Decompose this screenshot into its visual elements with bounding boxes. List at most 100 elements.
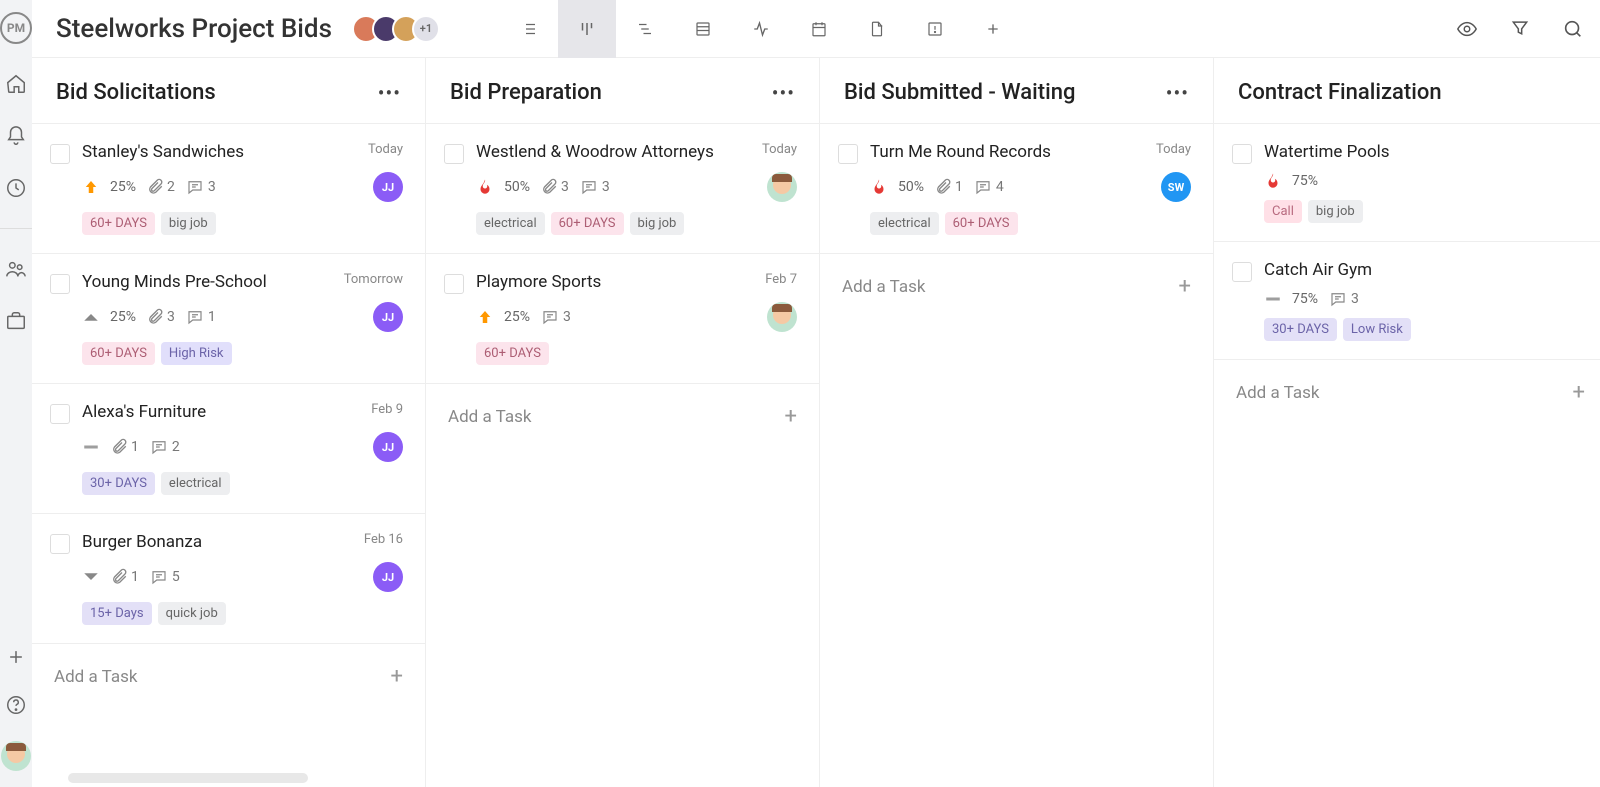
task-checkbox[interactable] (444, 144, 464, 164)
task-card[interactable]: Young Minds Pre-SchoolTomorrow25%31JJ60+… (32, 254, 425, 384)
task-title: Burger Bonanza (82, 532, 202, 552)
assignee-avatar[interactable]: JJ (373, 432, 403, 462)
tag[interactable]: 60+ DAYS (551, 212, 624, 235)
column-menu-icon[interactable]: ••• (378, 81, 401, 105)
risk-view-icon[interactable] (906, 0, 964, 58)
briefcase-icon[interactable] (4, 309, 28, 333)
tag[interactable]: big job (630, 212, 685, 235)
eye-icon[interactable] (1456, 18, 1478, 40)
help-icon[interactable] (4, 693, 28, 717)
task-checkbox[interactable] (444, 274, 464, 294)
plus-icon: + (1179, 274, 1191, 299)
tag[interactable]: quick job (158, 602, 226, 625)
app-logo[interactable]: PM (0, 12, 32, 44)
column-title: Contract Finalization (1238, 80, 1442, 105)
add-task-button[interactable]: Add a Task+ (820, 254, 1213, 319)
comment-count: 4 (973, 178, 1004, 196)
task-checkbox[interactable] (50, 404, 70, 424)
calendar-view-icon[interactable] (790, 0, 848, 58)
filter-icon[interactable] (1510, 18, 1530, 40)
tag[interactable]: 30+ DAYS (82, 472, 155, 495)
task-card[interactable]: Turn Me Round RecordsToday50%14SWelectri… (820, 124, 1213, 254)
task-card[interactable]: Westlend & Woodrow AttorneysToday50%33el… (426, 124, 819, 254)
task-title: Watertime Pools (1264, 142, 1390, 162)
task-card[interactable]: Alexa's FurnitureFeb 912JJ30+ DAYSelectr… (32, 384, 425, 514)
tag[interactable]: Low Risk (1343, 318, 1411, 341)
assignee-avatar[interactable] (767, 172, 797, 202)
add-task-button[interactable]: Add a Task+ (32, 644, 425, 709)
task-card[interactable]: Catch Air Gym75%330+ DAYSLow Risk (1214, 242, 1600, 360)
task-card[interactable]: Stanley's SandwichesToday25%23JJ60+ DAYS… (32, 124, 425, 254)
task-card[interactable]: Playmore SportsFeb 725%360+ DAYS (426, 254, 819, 384)
tag[interactable]: electrical (870, 212, 939, 235)
add-icon[interactable] (4, 645, 28, 669)
tag[interactable]: electrical (161, 472, 230, 495)
scrollbar[interactable] (68, 773, 308, 783)
task-checkbox[interactable] (50, 534, 70, 554)
task-tags: 60+ DAYS (476, 342, 797, 365)
assignee-avatar[interactable]: JJ (373, 302, 403, 332)
tag[interactable]: High Risk (161, 342, 232, 365)
task-title: Turn Me Round Records (870, 142, 1051, 162)
task-checkbox[interactable] (838, 144, 858, 164)
task-checkbox[interactable] (50, 144, 70, 164)
tag[interactable]: 15+ Days (82, 602, 152, 625)
board-view-icon[interactable] (558, 0, 616, 58)
tag[interactable]: 60+ DAYS (945, 212, 1018, 235)
people-icon[interactable] (4, 257, 28, 281)
priority-peak-icon (82, 310, 100, 324)
tag[interactable]: 60+ DAYS (476, 342, 549, 365)
file-view-icon[interactable] (848, 0, 906, 58)
comment-count: 5 (149, 568, 180, 586)
task-tags: 60+ DAYS High Risk (82, 342, 403, 365)
add-view-icon[interactable] (964, 0, 1022, 58)
assignee-avatar[interactable]: JJ (373, 562, 403, 592)
comment-count: 2 (149, 438, 180, 456)
task-title: Stanley's Sandwiches (82, 142, 244, 162)
activity-view-icon[interactable] (732, 0, 790, 58)
user-avatar[interactable] (1, 741, 31, 771)
task-checkbox[interactable] (1232, 144, 1252, 164)
list-view-icon[interactable] (500, 0, 558, 58)
column-title: Bid Solicitations (56, 80, 216, 105)
tag[interactable]: big job (1308, 200, 1363, 223)
tag[interactable]: big job (161, 212, 216, 235)
clock-icon[interactable] (4, 176, 28, 200)
assignee-avatar[interactable] (767, 302, 797, 332)
task-tags: electrical 60+ DAYS big job (476, 212, 797, 235)
bell-icon[interactable] (4, 124, 28, 148)
task-checkbox[interactable] (1232, 262, 1252, 282)
task-title: Playmore Sports (476, 272, 601, 292)
task-tags: 30+ DAYS electrical (82, 472, 403, 495)
assignee-avatar[interactable]: SW (1161, 172, 1191, 202)
column-menu-icon[interactable]: ••• (1166, 81, 1189, 105)
gantt-view-icon[interactable] (616, 0, 674, 58)
tag[interactable]: Call (1264, 200, 1302, 223)
attachment-count: 2 (146, 178, 175, 196)
task-due: Feb 9 (371, 402, 403, 417)
task-card[interactable]: Burger BonanzaFeb 1615JJ15+ Daysquick jo… (32, 514, 425, 644)
task-title: Westlend & Woodrow Attorneys (476, 142, 714, 162)
comment-count: 3 (579, 178, 610, 196)
board-column: Contract FinalizationWatertime Pools75%C… (1214, 58, 1600, 787)
member-avatars[interactable]: +1 (352, 15, 440, 43)
table-view-icon[interactable] (674, 0, 732, 58)
plus-icon: + (785, 404, 797, 429)
assignee-avatar[interactable]: JJ (373, 172, 403, 202)
tag[interactable]: electrical (476, 212, 545, 235)
extra-members[interactable]: +1 (412, 15, 440, 43)
task-checkbox[interactable] (50, 274, 70, 294)
tag[interactable]: 60+ DAYS (82, 342, 155, 365)
task-tags: 30+ DAYS Low Risk (1264, 318, 1585, 341)
home-icon[interactable] (4, 72, 28, 96)
tag[interactable]: 60+ DAYS (82, 212, 155, 235)
task-card[interactable]: Watertime Pools75%Callbig job (1214, 124, 1600, 242)
add-task-button[interactable]: Add a Task+ (426, 384, 819, 449)
column-menu-icon[interactable]: ••• (772, 81, 795, 105)
tag[interactable]: 30+ DAYS (1264, 318, 1337, 341)
task-tags: 60+ DAYS big job (82, 212, 403, 235)
topbar: Steelworks Project Bids +1 (32, 0, 1600, 58)
task-due: Tomorrow (344, 272, 403, 287)
search-icon[interactable] (1562, 18, 1584, 40)
add-task-button[interactable]: Add a Task+ (1214, 360, 1600, 425)
